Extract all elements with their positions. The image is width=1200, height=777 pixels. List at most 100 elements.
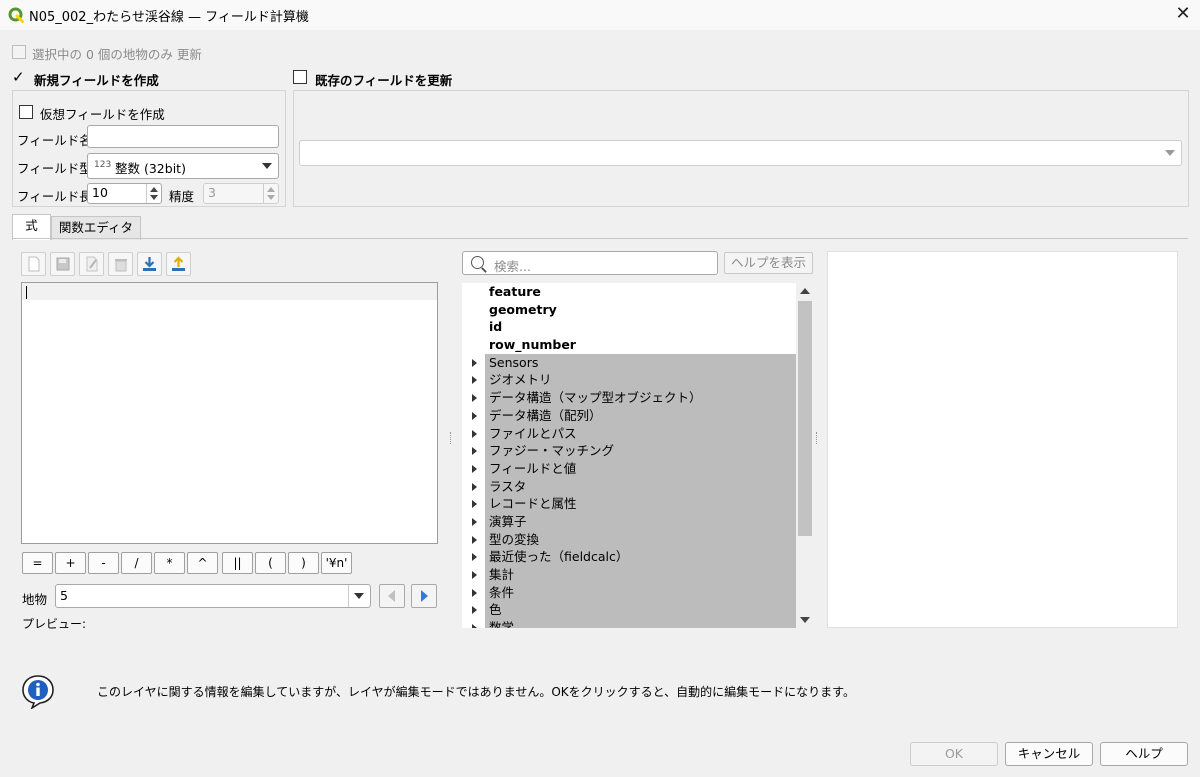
edit-mode-message: このレイヤに関する情報を編集していますが、レイヤが編集モードではありません。OK… (97, 685, 855, 699)
expand-arrow-icon[interactable] (472, 412, 477, 420)
tree-group-sensors[interactable]: Sensors (462, 354, 796, 372)
function-search-input[interactable]: 検索... (462, 251, 718, 275)
expression-editor[interactable] (21, 282, 438, 544)
export-icon (172, 256, 185, 271)
integer-type-icon: 123 (94, 160, 112, 170)
expand-arrow-icon[interactable] (472, 394, 477, 402)
operator-plus-button[interactable]: + (55, 552, 86, 574)
search-icon (471, 256, 484, 269)
field-length-label: フィールド長 (17, 189, 92, 204)
expand-arrow-icon[interactable] (472, 376, 477, 384)
list-item-feature[interactable]: feature (462, 283, 796, 301)
function-tree: feature geometry id row_number Sensors ジ… (462, 283, 814, 628)
tree-group-math[interactable]: 数学 (462, 619, 796, 628)
expand-arrow-icon[interactable] (472, 536, 477, 544)
tree-group-operators[interactable]: 演算子 (462, 513, 796, 531)
save-expression-button[interactable] (50, 252, 75, 276)
scroll-down-icon[interactable] (800, 617, 810, 623)
ok-button[interactable]: OK (910, 742, 998, 766)
tree-group-conversions[interactable]: 型の変換 (462, 531, 796, 549)
tree-group-geometry[interactable]: ジオメトリ (462, 371, 796, 389)
info-icon (22, 675, 54, 709)
expand-arrow-icon[interactable] (472, 483, 477, 491)
expand-arrow-icon[interactable] (472, 624, 477, 628)
operator-newline-button[interactable]: '¥n' (321, 552, 352, 574)
list-item-id[interactable]: id (462, 318, 796, 336)
tree-group-color[interactable]: 色 (462, 601, 796, 619)
tree-group-raster[interactable]: ラスタ (462, 478, 796, 496)
expand-arrow-icon[interactable] (472, 571, 477, 579)
close-icon[interactable]: ✕ (1172, 3, 1194, 25)
list-item-row-number[interactable]: row_number (462, 336, 796, 354)
operator-equals-button[interactable]: = (22, 552, 53, 574)
splitter-handle[interactable] (450, 432, 453, 444)
cancel-button[interactable]: キャンセル (1005, 742, 1093, 766)
operator-multiply-button[interactable]: * (154, 552, 185, 574)
existing-field-select[interactable] (299, 140, 1182, 166)
virtual-field-label: 仮想フィールドを作成 (40, 107, 165, 122)
delete-icon (115, 259, 127, 272)
window-title: N05_002_わたらせ渓谷線 — フィールド計算機 (29, 10, 309, 25)
show-help-button[interactable]: ヘルプを表示 (724, 252, 813, 274)
operator-power-button[interactable]: ^ (187, 552, 218, 574)
field-type-value: 整数 (32bit) (115, 161, 186, 176)
arrow-right-icon (421, 590, 428, 602)
only-selected-checkbox[interactable] (12, 45, 26, 62)
expand-arrow-icon[interactable] (472, 518, 477, 526)
arrow-left-icon (388, 590, 395, 602)
delete-expression-button[interactable] (108, 252, 133, 276)
expand-arrow-icon[interactable] (472, 430, 477, 438)
tree-group-arrays[interactable]: データ構造（配列） (462, 407, 796, 425)
update-existing-field-label: 既存のフィールドを更新 (315, 73, 453, 88)
list-item-geometry[interactable]: geometry (462, 301, 796, 319)
new-expression-button[interactable] (21, 252, 46, 276)
operator-close-paren-button[interactable]: ) (288, 552, 319, 574)
feature-select[interactable]: 5 (55, 584, 371, 608)
expand-arrow-icon[interactable] (472, 500, 477, 508)
field-type-label: フィールド型 (17, 161, 92, 176)
export-expression-button[interactable] (166, 252, 191, 276)
help-button[interactable]: ヘルプ (1100, 742, 1188, 766)
function-list-scrollbar[interactable] (796, 283, 814, 628)
expand-arrow-icon[interactable] (472, 606, 477, 614)
tree-group-recent[interactable]: 最近使った（fieldcalc） (462, 548, 796, 566)
precision-spinbox[interactable]: 3 (203, 183, 279, 204)
field-length-spinbox[interactable]: 10 (87, 183, 162, 204)
scroll-up-icon[interactable] (800, 288, 810, 294)
tree-group-files-paths[interactable]: ファイルとパス (462, 425, 796, 443)
previous-feature-button[interactable] (379, 584, 405, 608)
operator-divide-button[interactable]: / (121, 552, 152, 574)
operator-minus-button[interactable]: - (88, 552, 119, 574)
import-expression-button[interactable] (137, 252, 162, 276)
create-new-field-label: 新規フィールドを作成 (34, 73, 159, 88)
update-existing-field-checkbox[interactable] (293, 70, 307, 87)
operator-open-paren-button[interactable]: ( (255, 552, 286, 574)
tree-group-aggregates[interactable]: 集計 (462, 566, 796, 584)
splitter-handle[interactable] (816, 432, 819, 444)
field-name-label: フィールド名 (17, 133, 92, 148)
tab-expression[interactable]: 式 (12, 214, 51, 240)
spin-arrows-icon[interactable] (263, 184, 278, 203)
tree-group-record-attributes[interactable]: レコードと属性 (462, 495, 796, 513)
field-name-input[interactable] (87, 125, 279, 148)
tab-function-editor[interactable]: 関数エディタ (51, 216, 141, 240)
scrollbar-thumb[interactable] (798, 301, 812, 536)
create-new-field-checkbox[interactable]: ✓ (12, 70, 26, 85)
edit-expression-button[interactable] (79, 252, 104, 276)
expand-arrow-icon[interactable] (472, 589, 477, 597)
expand-arrow-icon[interactable] (472, 465, 477, 473)
expand-arrow-icon[interactable] (472, 447, 477, 455)
tree-group-fields-values[interactable]: フィールドと値 (462, 460, 796, 478)
virtual-field-checkbox[interactable] (19, 105, 33, 122)
field-type-select[interactable]: 123 整数 (32bit) (87, 153, 279, 179)
text-caret (26, 286, 27, 299)
current-line-highlight (22, 283, 437, 300)
next-feature-button[interactable] (411, 584, 437, 608)
tree-group-conditionals[interactable]: 条件 (462, 584, 796, 602)
expand-arrow-icon[interactable] (472, 553, 477, 561)
operator-concat-button[interactable]: || (222, 552, 253, 574)
tree-group-fuzzy-matching[interactable]: ファジー・マッチング (462, 442, 796, 460)
expand-arrow-icon[interactable] (472, 359, 477, 367)
tree-group-maps[interactable]: データ構造（マップ型オブジェクト） (462, 389, 796, 407)
spin-arrows-icon[interactable] (146, 184, 161, 203)
